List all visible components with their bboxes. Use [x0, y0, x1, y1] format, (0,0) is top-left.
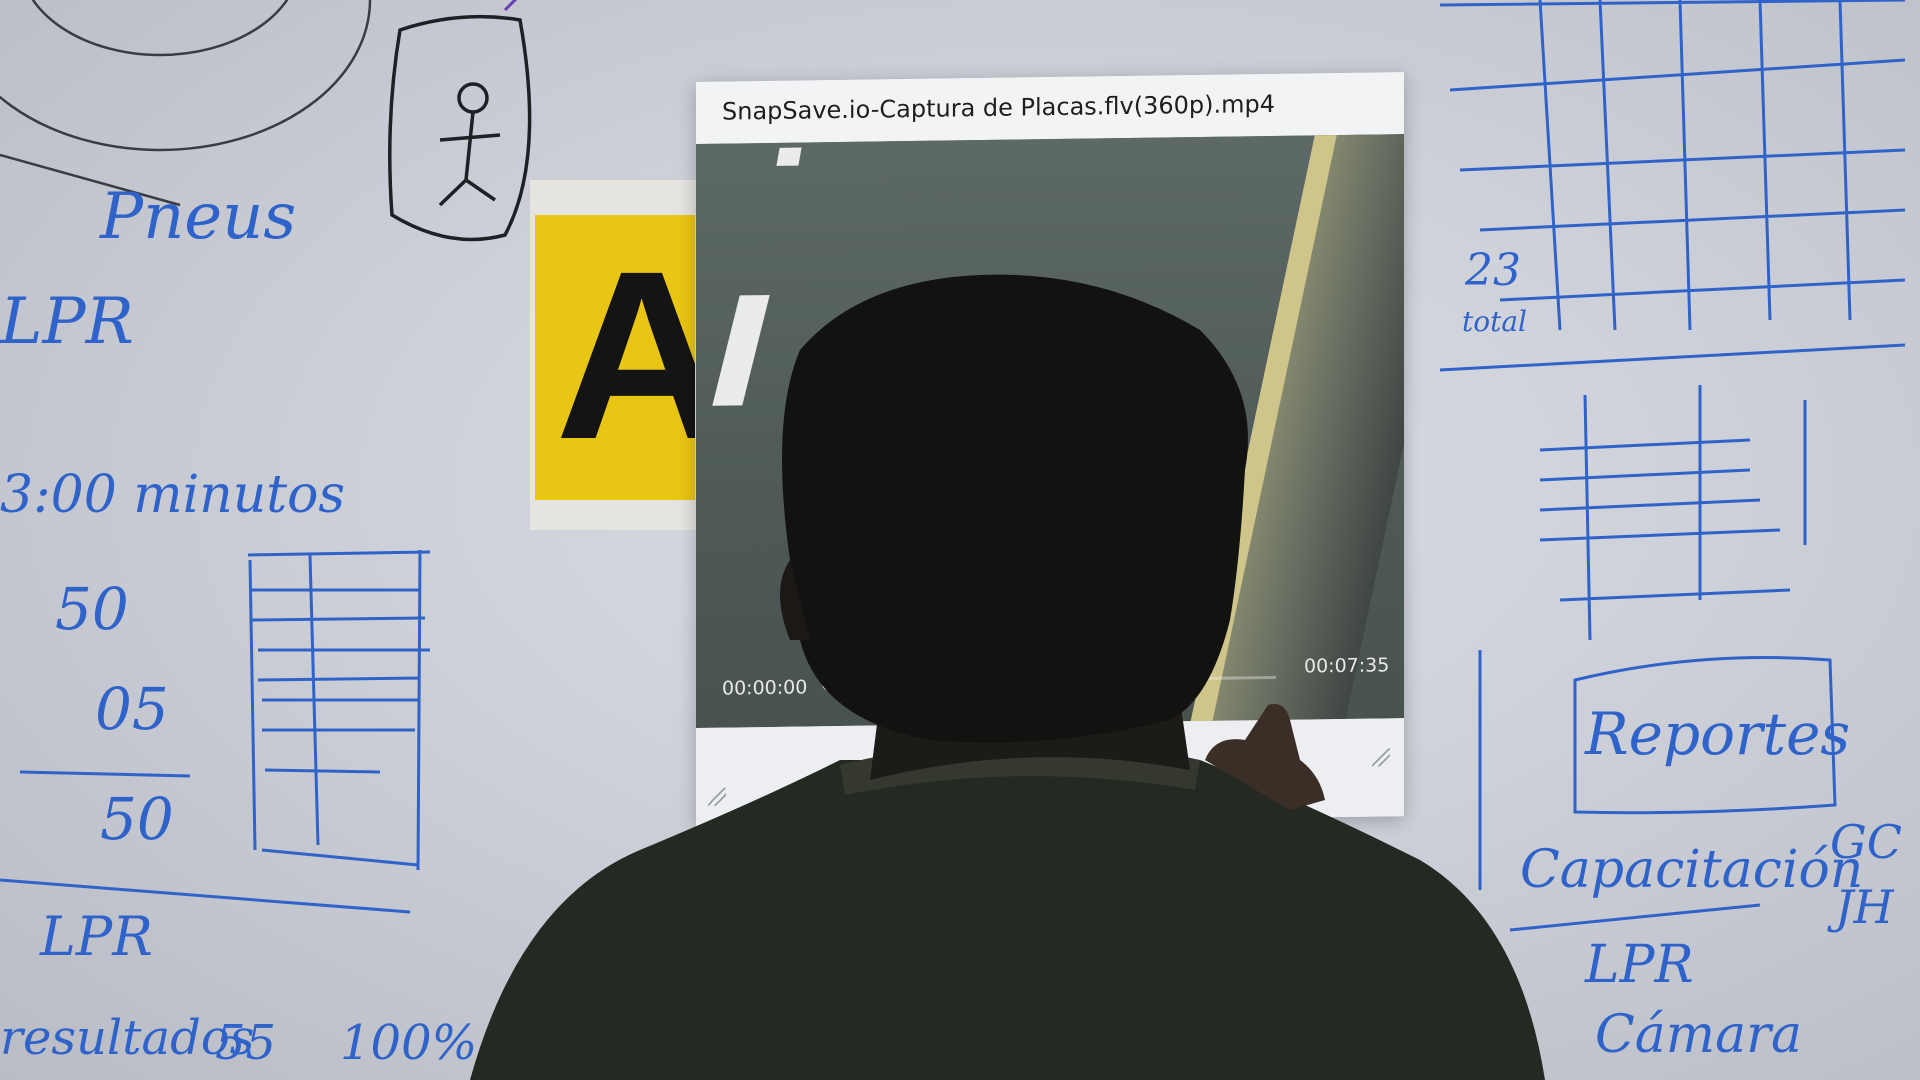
- photo-scene: Pneus LPR 3:00 minutos 50 05 50 LPR resu…: [0, 0, 1920, 1080]
- person-silhouette: [470, 274, 1545, 1080]
